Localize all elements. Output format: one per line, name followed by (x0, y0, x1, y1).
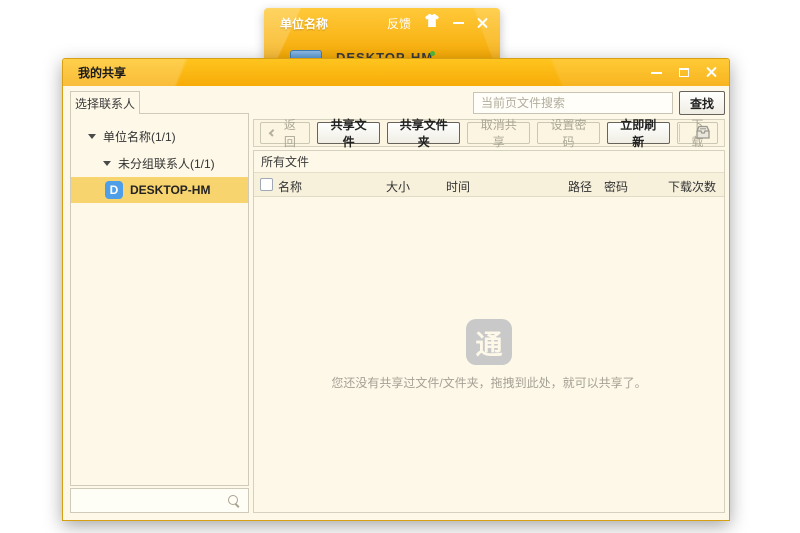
file-table-body[interactable]: 通 您还没有共享过文件/文件夹，拖拽到此处，就可以共享了。 (254, 197, 724, 512)
file-search-row: 查找 (253, 91, 725, 115)
search-icon[interactable] (227, 494, 241, 508)
column-name[interactable]: 名称 (278, 178, 302, 195)
empty-state-message: 您还没有共享过文件/文件夹，拖拽到此处，就可以共享了。 (331, 374, 646, 391)
column-size[interactable]: 大小 (386, 178, 410, 195)
column-password[interactable]: 密码 (604, 178, 628, 195)
column-time[interactable]: 时间 (446, 178, 470, 195)
contact-avatar: D (105, 181, 123, 199)
background-window: 单位名称 反馈 DESKTOP-HM (264, 8, 500, 58)
window-controls (651, 67, 717, 78)
tree-node-label: 未分组联系人(1/1) (118, 155, 215, 172)
contact-search-box (70, 488, 249, 513)
select-all-checkbox[interactable] (260, 178, 273, 191)
contact-name: DESKTOP-HM (130, 183, 210, 197)
skin-shirt-icon[interactable] (424, 14, 440, 32)
refresh-now-button[interactable]: 立即刷新 (607, 122, 670, 144)
share-folder-button[interactable]: 共享文件夹 (387, 122, 460, 144)
background-window-title: 单位名称 (280, 15, 328, 32)
tree-node-contact-selected[interactable]: D DESKTOP-HM (71, 177, 248, 203)
file-search-input[interactable] (473, 92, 673, 114)
tab-select-contacts[interactable]: 选择联系人 (70, 91, 140, 114)
contact-tree: 单位名称(1/1) 未分组联系人(1/1) D DESKTOP-HM (70, 113, 249, 486)
cancel-share-button[interactable]: 取消共享 (467, 122, 530, 144)
background-close-button[interactable] (477, 18, 488, 29)
all-files-bar: 所有文件 (254, 151, 724, 173)
close-button[interactable] (706, 67, 717, 78)
column-downloads[interactable]: 下载次数 (668, 178, 716, 195)
toolbar-divider (679, 124, 680, 142)
collapse-arrow-icon[interactable] (88, 134, 96, 139)
window-body: 选择联系人 单位名称(1/1) 未分组联系人(1/1) D DESKTOP-HM (63, 86, 729, 521)
tree-node-organization[interactable]: 单位名称(1/1) (71, 123, 248, 150)
occluded-blue-button[interactable] (290, 50, 322, 58)
app-logo-icon: 通 (466, 319, 512, 365)
background-window-peek: DESKTOP-HM (264, 48, 500, 58)
page: 单位名称 反馈 DESKTOP-HM 我的共享 (0, 0, 800, 533)
my-shares-window: 我的共享 选择联系人 单位名称(1/1) 未分组联系人(1/1) (62, 58, 730, 521)
file-table-header: 名称 大小 时间 路径 密码 下载次数 (254, 173, 724, 197)
contact-search-input[interactable] (78, 494, 227, 508)
set-password-button[interactable]: 设置密码 (537, 122, 600, 144)
find-button[interactable]: 查找 (679, 91, 725, 115)
file-panel: 所有文件 名称 大小 时间 路径 密码 下载次数 通 您还没有共享过文件/文件 (253, 150, 725, 513)
window-title: 我的共享 (78, 64, 126, 81)
tree-node-label: 单位名称(1/1) (103, 128, 176, 145)
titlebar[interactable]: 我的共享 (63, 59, 729, 86)
column-path[interactable]: 路径 (568, 178, 592, 195)
maximize-button[interactable] (679, 68, 689, 77)
back-button[interactable]: 返回 (260, 122, 310, 144)
tree-node-ungrouped[interactable]: 未分组联系人(1/1) (71, 150, 248, 177)
empty-state: 通 您还没有共享过文件/文件夹，拖拽到此处，就可以共享了。 (254, 319, 724, 391)
background-window-controls: 反馈 (387, 14, 488, 32)
background-window-titlebar[interactable]: 单位名称 反馈 (264, 8, 500, 38)
background-minimize-button[interactable] (453, 22, 464, 24)
sidebar: 选择联系人 单位名称(1/1) 未分组联系人(1/1) D DESKTOP-HM (70, 91, 249, 513)
chevron-left-icon (269, 129, 277, 137)
content-area: 查找 返回 共享文件 共享文件夹 取消共享 设置密码 立即刷新 下载 (253, 91, 725, 513)
inbox-tray-icon[interactable] (694, 125, 712, 145)
occluded-contact-name: DESKTOP-HM (336, 50, 433, 58)
online-status-dot (430, 51, 435, 56)
toolbar: 返回 共享文件 共享文件夹 取消共享 设置密码 立即刷新 下载 (253, 119, 725, 147)
share-file-button[interactable]: 共享文件 (317, 122, 380, 144)
feedback-link[interactable]: 反馈 (387, 15, 411, 32)
collapse-arrow-icon[interactable] (103, 161, 111, 166)
minimize-button[interactable] (651, 72, 662, 74)
